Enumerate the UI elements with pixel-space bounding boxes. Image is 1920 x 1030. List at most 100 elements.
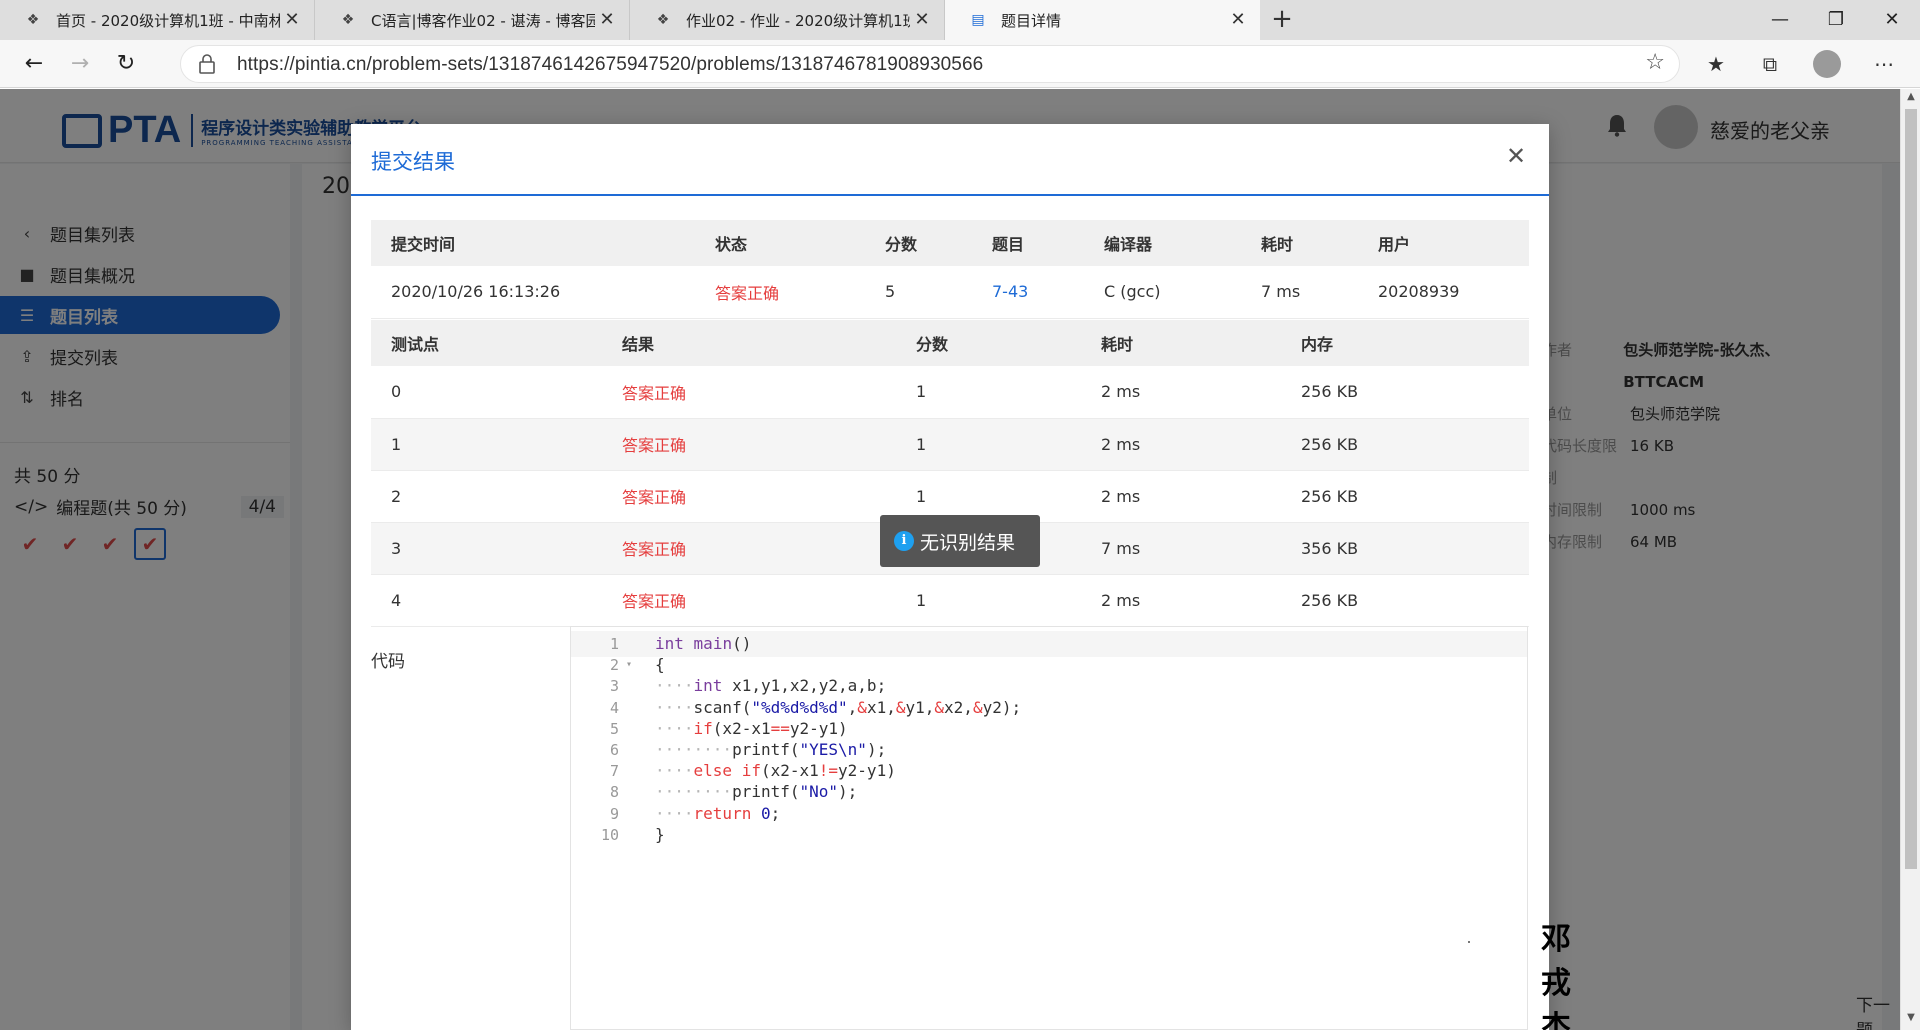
watermark-name: 邓戎杰 — [1541, 922, 1571, 1030]
modal-title: 提交结果 — [371, 150, 455, 174]
table-row: 0 答案正确 1 2 ms 256 KB — [371, 366, 1529, 419]
close-tab-icon[interactable]: ✕ — [595, 8, 619, 32]
page-icon: ▤ — [971, 12, 985, 28]
case-score: 1 — [896, 418, 1081, 471]
status-badge: 答案正确 — [695, 266, 865, 319]
column-header: 状态 — [695, 220, 865, 266]
case-score: 1 — [896, 574, 1081, 627]
table-header-row: 提交时间 状态 分数 题目 编译器 耗时 用户 — [371, 220, 1529, 266]
case-result: 答案正确 — [602, 522, 896, 575]
code-line: 10} — [571, 822, 1527, 848]
browser-tab-4[interactable]: ▤ 题目详情 ✕ — [945, 0, 1260, 40]
case-result: 答案正确 — [602, 366, 896, 419]
code-label: 代码 — [371, 652, 405, 672]
speck — [1468, 941, 1470, 943]
gutter-spacer — [619, 822, 639, 848]
elapsed-cell: 7 ms — [1241, 266, 1358, 319]
column-header: 分数 — [865, 220, 972, 266]
browser-tab-2[interactable]: ❖ C语言|博客作业02 - 谌涛 - 博客园 ✕ — [315, 0, 630, 40]
url-field[interactable]: https://pintia.cn/problem-sets/131874614… — [180, 45, 1680, 83]
new-tab-button[interactable]: + — [1260, 0, 1304, 40]
compiler-cell: C (gcc) — [1084, 266, 1241, 319]
code-viewer[interactable]: 1 int main() 2 ▾{3 ····int x1,y1,x2,y2,a,b; 4… — [570, 626, 1528, 1030]
submission-result-modal: 提交结果 ✕ 提交时间 状态 分数 题目 编译器 耗时 用户 2020/10/2… — [351, 124, 1571, 1030]
case-result: 答案正确 — [602, 418, 896, 471]
maximize-icon[interactable]: ❐ — [1808, 0, 1864, 40]
column-header: 测试点 — [371, 320, 602, 366]
page-scrollbar[interactable]: ▲ ▼ — [1900, 89, 1920, 1030]
case-time: 7 ms — [1081, 522, 1281, 575]
scrollbar-thumb[interactable] — [1905, 109, 1917, 869]
tab-title: 首页 - 2020级计算机1班 - 中南林 — [56, 11, 280, 30]
case-id: 4 — [371, 574, 602, 627]
window-controls: — ❐ ✕ — [1752, 0, 1920, 40]
case-time: 2 ms — [1081, 574, 1281, 627]
column-header: 内存 — [1281, 320, 1529, 366]
refresh-icon[interactable]: ↻ — [108, 46, 144, 82]
submission-summary-table: 提交时间 状态 分数 题目 编译器 耗时 用户 2020/10/26 16:13… — [371, 220, 1529, 319]
modal-header: 提交结果 ✕ — [351, 124, 1549, 196]
close-icon[interactable]: ✕ — [1501, 142, 1531, 170]
scroll-up-icon[interactable]: ▲ — [1901, 91, 1920, 107]
browser-tab-1[interactable]: ❖ 首页 - 2020级计算机1班 - 中南林 ✕ — [0, 0, 315, 40]
case-id: 3 — [371, 522, 602, 575]
toast-text: 无识别结果 — [920, 531, 1016, 554]
test-case-table: 测试点 结果 分数 耗时 内存 0 答案正确 1 2 ms 256 KB 1 答… — [371, 320, 1529, 627]
case-score: 1 — [896, 366, 1081, 419]
minimize-icon[interactable]: — — [1752, 0, 1808, 40]
tab-title: C语言|博客作业02 - 谌涛 - 博客园 — [371, 11, 595, 30]
code-text: } — [655, 824, 665, 844]
table-header-row: 测试点 结果 分数 耗时 内存 — [371, 320, 1529, 366]
address-bar: ← → ↻ https://pintia.cn/problem-sets/131… — [0, 40, 1920, 88]
column-header: 题目 — [972, 220, 1084, 266]
case-memory: 256 KB — [1281, 470, 1529, 523]
close-tab-icon[interactable]: ✕ — [1226, 8, 1250, 32]
more-menu-icon[interactable]: ⋯ — [1866, 46, 1902, 82]
table-row: 1 答案正确 1 2 ms 256 KB — [371, 418, 1529, 471]
url-text: https://pintia.cn/problem-sets/131874614… — [237, 54, 984, 75]
table-row: 4 答案正确 1 2 ms 256 KB — [371, 574, 1529, 627]
column-header: 耗时 — [1081, 320, 1281, 366]
browser-tab-bar: ❖ 首页 - 2020级计算机1班 - 中南林 ✕ ❖ C语言|博客作业02 -… — [0, 0, 1920, 40]
case-memory: 256 KB — [1281, 574, 1529, 627]
column-header: 结果 — [602, 320, 896, 366]
browser-tab-3[interactable]: ❖ 作业02 - 作业 - 2020级计算机1班 ✕ — [630, 0, 945, 40]
info-icon: i — [894, 531, 914, 551]
case-memory: 356 KB — [1281, 522, 1529, 575]
case-time: 2 ms — [1081, 418, 1281, 471]
lock-icon — [199, 54, 215, 74]
submit-time: 2020/10/26 16:13:26 — [371, 266, 695, 319]
close-tab-icon[interactable]: ✕ — [910, 8, 934, 32]
favorites-list-icon[interactable]: ★ — [1698, 46, 1734, 82]
case-result: 答案正确 — [602, 574, 896, 627]
problem-link[interactable]: 7-43 — [972, 266, 1084, 319]
case-memory: 256 KB — [1281, 418, 1529, 471]
case-result: 答案正确 — [602, 470, 896, 523]
profile-avatar-icon[interactable] — [1813, 50, 1841, 78]
collections-icon[interactable]: ⧉ — [1752, 46, 1788, 82]
score-cell: 5 — [865, 266, 972, 319]
column-header: 提交时间 — [371, 220, 695, 266]
tab-title: 作业02 - 作业 - 2020级计算机1班 — [686, 11, 910, 30]
case-time: 2 ms — [1081, 470, 1281, 523]
close-tab-icon[interactable]: ✕ — [280, 8, 304, 32]
column-header: 耗时 — [1241, 220, 1358, 266]
tab-logo-icon: ❖ — [341, 12, 355, 28]
favorite-star-icon[interactable]: ☆ — [1645, 50, 1665, 75]
back-icon[interactable]: ← — [16, 46, 52, 82]
case-id: 1 — [371, 418, 602, 471]
tab-logo-icon: ❖ — [656, 12, 670, 28]
toast-message: i 无识别结果 — [880, 515, 1040, 567]
case-id: 0 — [371, 366, 602, 419]
tab-logo-icon: ❖ — [26, 12, 40, 28]
user-cell: 20208939 — [1358, 266, 1529, 319]
case-memory: 256 KB — [1281, 366, 1529, 419]
forward-icon[interactable]: → — [62, 46, 98, 82]
close-window-icon[interactable]: ✕ — [1864, 0, 1920, 40]
column-header: 编译器 — [1084, 220, 1241, 266]
scroll-down-icon[interactable]: ▼ — [1901, 1012, 1920, 1028]
case-id: 2 — [371, 470, 602, 523]
column-header: 分数 — [896, 320, 1081, 366]
line-number: 10 — [600, 825, 619, 844]
column-header: 用户 — [1358, 220, 1529, 266]
